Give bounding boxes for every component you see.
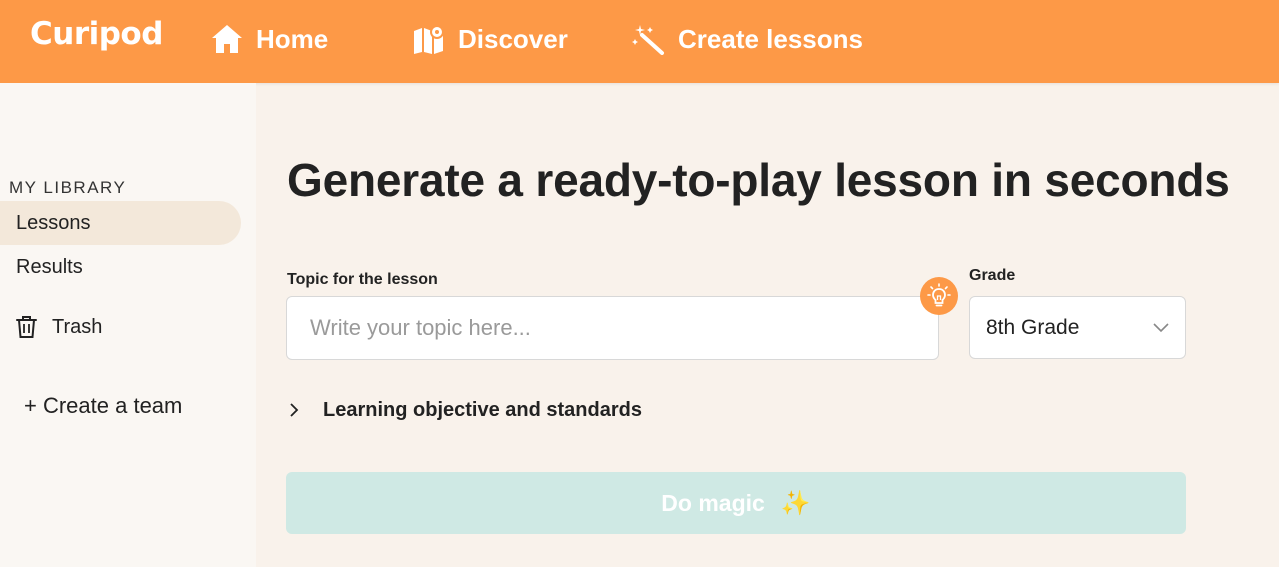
page-title: Generate a ready-to-play lesson in secon… (287, 154, 1230, 206)
nav-create-lessons[interactable]: Create lessons (632, 20, 863, 58)
topic-label: Topic for the lesson (287, 271, 438, 288)
grade-select[interactable]: 8th Grade (969, 296, 1186, 359)
create-team-button[interactable]: + Create a team (24, 393, 182, 419)
do-magic-label: Do magic (661, 489, 765, 516)
sidebar-item-label: Results (16, 255, 83, 278)
grade-label: Grade (969, 267, 1016, 284)
sparkles-icon: ✨ (780, 489, 811, 517)
my-library-heading: MY LIBRARY (9, 178, 127, 197)
map-icon (414, 25, 444, 54)
lightbulb-icon (927, 283, 951, 307)
sidebar-item-results[interactable]: Results (0, 245, 241, 289)
grade-selected-value: 8th Grade (986, 315, 1080, 339)
chevron-right-icon (290, 403, 299, 417)
magic-wand-icon (632, 25, 664, 55)
trash-icon (16, 316, 37, 338)
top-navigation-bar: Curipod Home Discover Create lessons (0, 0, 1279, 83)
sidebar-item-lessons[interactable]: Lessons (0, 201, 241, 245)
sidebar-item-trash[interactable]: Trash (0, 305, 241, 349)
chevron-down-icon (1153, 322, 1169, 332)
nav-home-label: Home (256, 23, 329, 54)
nav-home[interactable]: Home (210, 20, 328, 58)
topic-suggestion-button[interactable] (920, 277, 958, 315)
learning-objective-label: Learning objective and standards (323, 398, 642, 421)
sidebar: MY LIBRARY Lessons Results Trash + Creat… (0, 83, 256, 567)
nav-discover[interactable]: Discover (412, 20, 568, 58)
sidebar-item-label: Trash (52, 315, 103, 338)
topic-input[interactable] (286, 296, 939, 360)
curipod-logo[interactable]: Curipod (30, 16, 163, 52)
nav-discover-label: Discover (458, 23, 568, 54)
home-icon (212, 25, 242, 53)
do-magic-button[interactable]: Do magic ✨ (286, 472, 1186, 534)
nav-create-lessons-label: Create lessons (678, 23, 863, 54)
sidebar-item-label: Lessons (16, 211, 91, 234)
learning-objective-toggle[interactable]: Learning objective and standards (287, 396, 642, 424)
